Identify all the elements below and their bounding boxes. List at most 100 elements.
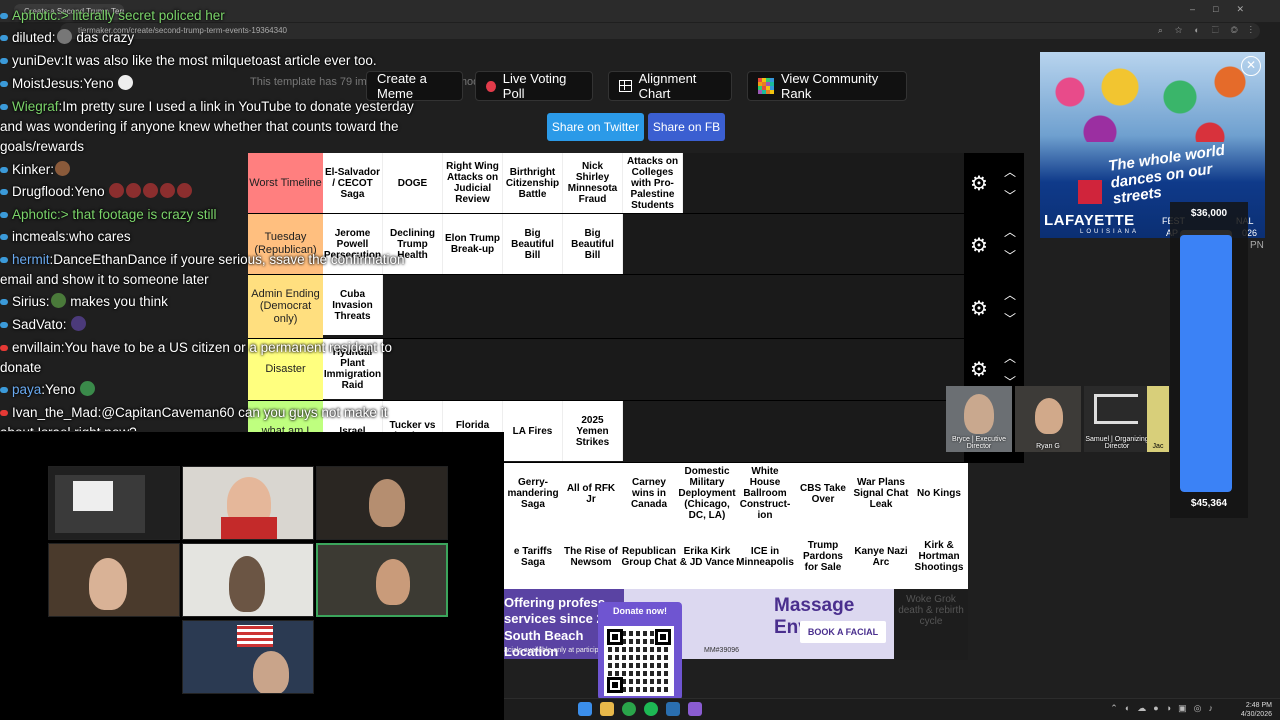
chat-message: Kinker: (0, 160, 71, 180)
bank-item[interactable]: Kirk & Hortman Shootings (910, 526, 968, 587)
bank-item[interactable]: Carney wins in Canada (620, 463, 678, 524)
bank-item[interactable]: White House Ballroom Construct-ion (736, 463, 794, 524)
spotify-icon[interactable] (644, 702, 658, 716)
bank-item[interactable]: No Kings (910, 463, 968, 524)
tier-item[interactable]: Big Beautiful Bill (503, 214, 563, 274)
twitch-badge-icon (0, 58, 8, 65)
gear-icon[interactable]: ⚙ (970, 233, 988, 258)
file-explorer-icon[interactable] (600, 702, 614, 716)
tier-items: Hyundai Plant Immigration Raid (323, 339, 1024, 400)
tier-controls: ⚙ ︿ ﹀ (964, 276, 1024, 339)
twitch-badge-icon (0, 104, 8, 111)
goal-fill (1180, 235, 1232, 492)
tier-item[interactable]: 2025 Yemen Strikes (563, 401, 623, 461)
book-facial-button[interactable]: BOOK A FACIAL (800, 621, 886, 643)
bank-item[interactable]: All of RFK Jr (562, 463, 620, 524)
bank-item[interactable]: War Plans Signal Chat Leak (852, 463, 910, 524)
participant-video[interactable] (182, 466, 314, 540)
ad-banner[interactable]: Offering profess services since 20 South… (504, 589, 894, 659)
participant-video[interactable] (316, 466, 448, 540)
chevron-up-icon[interactable]: ︿ (1004, 163, 1016, 180)
participant-video[interactable] (48, 543, 180, 617)
tier-item[interactable]: Big Beautiful Bill (563, 214, 623, 274)
gear-icon[interactable]: ⚙ (970, 171, 988, 196)
windows-start-icon[interactable] (578, 702, 592, 716)
live-voting-button[interactable]: Live Voting Poll (475, 71, 593, 101)
bank-item[interactable]: Erika Kirk & JD Vance (678, 526, 736, 587)
chrome-icon[interactable] (622, 702, 636, 716)
window-controls[interactable]: –□✕ (1190, 4, 1262, 15)
chat-message: paya:Yeno (0, 380, 96, 400)
participant-name: Ryan G (1036, 443, 1060, 450)
community-rank-button[interactable]: View Community Rank (747, 71, 907, 101)
obs-icon[interactable] (688, 702, 702, 716)
browser-toolbar-icons[interactable]: ⌕☆◐⬚◎⋮ (1158, 25, 1264, 36)
alignment-chart-button[interactable]: Alignment Chart (608, 71, 732, 101)
chevron-down-icon[interactable]: ﹀ (1004, 310, 1016, 327)
community-rank-label: View Community Rank (781, 71, 879, 101)
tier-item[interactable]: El-Salvador / CECOT Saga (323, 153, 383, 213)
bank-item[interactable]: e Tariffs Saga (504, 526, 562, 587)
tier-item[interactable]: Attacks on Colleges with Pro-Palestine S… (623, 153, 683, 213)
bank-item[interactable]: Gerry-mandering Saga (504, 463, 562, 524)
participant-tile[interactable]: Ryan G (1015, 386, 1081, 452)
participant-video-active[interactable] (316, 543, 448, 617)
bank-item[interactable]: Domestic Military Deployment (Chicago, D… (678, 463, 736, 524)
tier-item[interactable]: DOGE (383, 153, 443, 213)
bank-item[interactable]: Trump Pardons for Sale (794, 526, 852, 587)
participant-tile[interactable]: Jac (1147, 386, 1169, 452)
taskbar-clock[interactable]: 2:48 PM 4/30/2026 (1241, 701, 1272, 719)
share-twitter-button[interactable]: Share on Twitter (547, 113, 644, 141)
faded-bank-item[interactable]: Woke Grok death & rebirth cycle (894, 590, 968, 660)
qr-code[interactable] (604, 626, 674, 696)
bank-item[interactable]: Kanye Nazi Arc (852, 526, 910, 587)
chevron-up-icon[interactable]: ︿ (1004, 349, 1016, 366)
twitch-badge-icon (0, 167, 8, 174)
participant-tile[interactable]: Bryce | Executive Director (946, 386, 1012, 452)
steam-icon[interactable] (666, 702, 680, 716)
chat-text: > literally secret policed her (60, 8, 225, 23)
share-fb-button[interactable]: Share on FB (648, 113, 725, 141)
chat-text: It was also like the most milquetoast ar… (64, 53, 377, 68)
participant-video[interactable] (182, 620, 314, 694)
twitch-badge-icon (0, 13, 8, 20)
participant-video[interactable] (182, 543, 314, 617)
tier-item[interactable]: LA Fires (503, 401, 563, 461)
chat-message: Aphotic:> that footage is crazy still (0, 205, 217, 225)
chat-message: hermit:DanceEthanDance if youre serious,… (0, 252, 405, 287)
poster-title: The whole world dances on our streets (1107, 141, 1226, 208)
address-bar[interactable]: tiermaker.com/create/second-trump-term-e… (60, 23, 1260, 39)
bank-item[interactable]: Republican Group Chat (620, 526, 678, 587)
chevron-down-icon[interactable]: ﹀ (1004, 247, 1016, 264)
mosaic-icon (758, 78, 774, 94)
screen-share-tile[interactable] (48, 466, 180, 540)
tier-item[interactable]: Right Wing Attacks on Judicial Review (443, 153, 503, 213)
tier-item[interactable]: Nick Shirley Minnesota Fraud (563, 153, 623, 213)
twitch-badge-icon (0, 322, 8, 329)
close-icon[interactable]: ✕ (1241, 56, 1261, 76)
donate-label: Donate now! (613, 606, 667, 616)
video-grid (48, 466, 450, 696)
bank-item[interactable]: The Rise of Newsom (562, 526, 620, 587)
chevron-up-icon[interactable]: ︿ (1004, 286, 1016, 303)
tier-label[interactable]: Worst Timeline (248, 153, 323, 213)
emote-icon (55, 161, 71, 176)
gear-icon[interactable]: ⚙ (970, 296, 988, 321)
chat-user: paya (12, 382, 42, 397)
live-voting-label: Live Voting Poll (502, 71, 567, 101)
bank-item[interactable]: ICE in Minneapolis (736, 526, 794, 587)
taskbar: ⌃◐☁●◑▣◎♪ 2:48 PM 4/30/2026 (504, 698, 1280, 720)
gear-icon[interactable]: ⚙ (970, 357, 988, 382)
chevron-down-icon[interactable]: ﹀ (1004, 187, 1016, 204)
chevron-up-icon[interactable]: ︿ (1004, 223, 1016, 240)
tier-item[interactable]: Birthright Citizenship Battle (503, 153, 563, 213)
system-tray[interactable]: ⌃◐☁●◑▣◎♪ (1110, 703, 1220, 714)
participant-tile[interactable]: Samuel | Organizing Director (1084, 386, 1150, 452)
donate-qr-card[interactable]: Donate now! (598, 602, 682, 700)
donation-goal: $36,000 $45,364 (1170, 202, 1248, 518)
bank-item[interactable]: CBS Take Over (794, 463, 852, 524)
alignment-chart-label: Alignment Chart (638, 71, 697, 101)
chat-text: Im pretty sure I used a link in YouTube … (0, 99, 414, 154)
chat-text: DanceEthanDance if youre serious, ssave … (0, 252, 405, 287)
tier-item[interactable]: Elon Trump Break-up (443, 214, 503, 274)
